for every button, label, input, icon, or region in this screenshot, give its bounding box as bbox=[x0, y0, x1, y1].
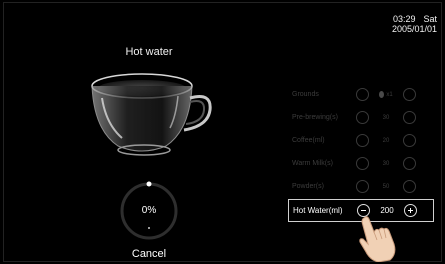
setting-value: 20 bbox=[382, 137, 390, 144]
increase-button[interactable] bbox=[403, 180, 416, 193]
clock-date: 2005/01/01 bbox=[391, 24, 437, 34]
setting-value: 50 bbox=[382, 183, 390, 190]
setting-label: Hot Water(ml) bbox=[293, 206, 343, 215]
bean-icon bbox=[379, 90, 385, 98]
setting-label: Coffee(ml) bbox=[292, 137, 325, 144]
setting-row-grounds: Grounds x1 bbox=[288, 83, 434, 106]
decrease-button[interactable] bbox=[356, 134, 369, 147]
progress-percent: 0% bbox=[141, 205, 157, 216]
decrease-button[interactable] bbox=[356, 180, 369, 193]
status-clock: 03:29 Sat 2005/01/01 bbox=[392, 14, 437, 34]
increase-button[interactable] bbox=[403, 88, 416, 101]
setting-row-pre-brewing: Pre-brewing(s) 30 bbox=[288, 106, 434, 129]
cancel-button[interactable]: Cancel bbox=[118, 248, 180, 260]
cup-image bbox=[91, 73, 212, 156]
progress-indicator-dot bbox=[146, 181, 152, 187]
setting-row-coffee: Coffee(ml) 20 bbox=[288, 129, 434, 152]
setting-row-powder: Powder(s) 50 bbox=[288, 175, 434, 198]
setting-label: Grounds bbox=[292, 91, 319, 98]
setting-value: 30 bbox=[382, 160, 390, 167]
decrease-button[interactable] bbox=[356, 157, 369, 170]
setting-label: Warm Milk(s) bbox=[292, 160, 333, 167]
touch-hand-icon bbox=[359, 216, 396, 262]
setting-row-warm-milk: Warm Milk(s) 30 bbox=[288, 152, 434, 175]
clock-time: 03:29 bbox=[392, 14, 416, 24]
setting-label: Powder(s) bbox=[292, 183, 324, 190]
clock-day: Sat bbox=[423, 14, 437, 24]
decrease-button[interactable] bbox=[356, 88, 369, 101]
setting-value: x1 bbox=[369, 90, 403, 98]
decrease-button[interactable] bbox=[356, 111, 369, 124]
increase-button[interactable] bbox=[403, 111, 416, 124]
increase-button[interactable] bbox=[404, 204, 417, 217]
setting-label: Pre-brewing(s) bbox=[292, 114, 338, 121]
drink-title: Hot water bbox=[125, 46, 173, 58]
increase-button[interactable] bbox=[403, 134, 416, 147]
increase-button[interactable] bbox=[403, 157, 416, 170]
setting-value: 30 bbox=[382, 114, 390, 121]
settings-panel: Grounds x1 Pre-brewing(s) 30 Coffee(ml) … bbox=[288, 83, 434, 222]
